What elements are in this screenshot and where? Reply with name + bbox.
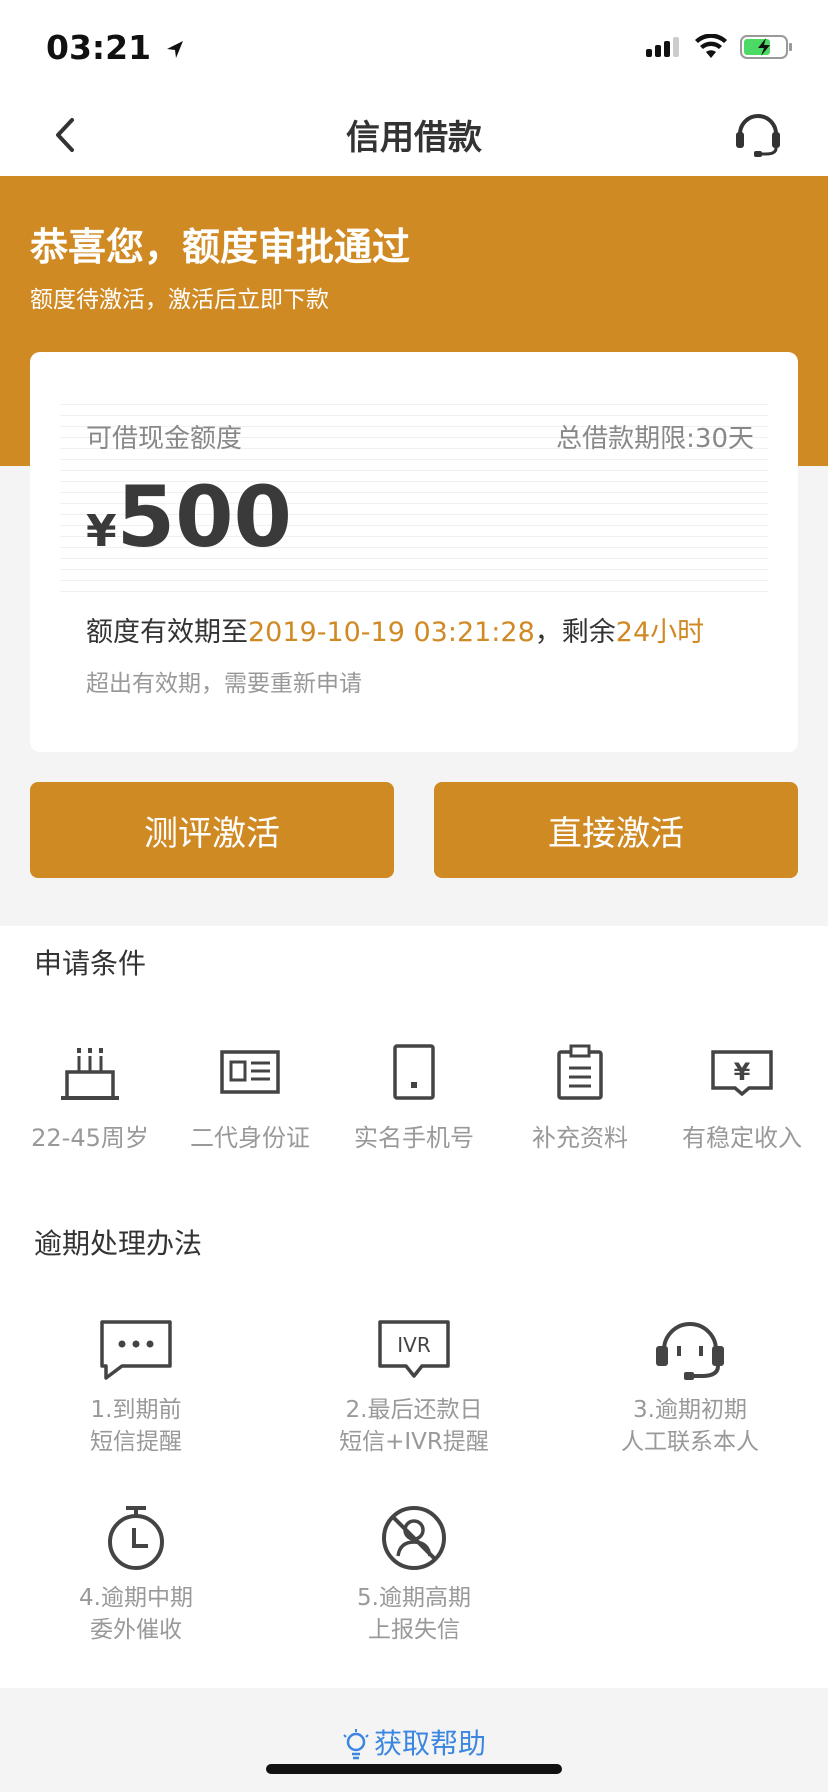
condition-label: 有稳定收入 bbox=[682, 1124, 802, 1152]
help-bar: 获取帮助 bbox=[0, 1688, 828, 1792]
get-help-link[interactable]: 获取帮助 bbox=[0, 1722, 828, 1762]
overdue-line2: 上报失信 bbox=[368, 1617, 460, 1643]
overdue-step-2: IVR 2.最后还款日 短信+IVR提醒 bbox=[294, 1316, 534, 1458]
prohibited-person-icon bbox=[382, 1506, 446, 1570]
wifi-icon bbox=[695, 34, 727, 58]
overdue-label: 4.逾期中期 委外催收 bbox=[16, 1582, 256, 1646]
condition-label: 补充资料 bbox=[532, 1124, 628, 1152]
overdue-title: 逾期处理办法 bbox=[34, 1227, 203, 1260]
evaluate-activate-button[interactable]: 测评激活 bbox=[30, 782, 394, 878]
income-icon: ¥ bbox=[711, 1050, 773, 1097]
page-title: 信用借款 bbox=[346, 118, 482, 158]
currency-symbol: ¥ bbox=[86, 506, 117, 557]
phone-icon bbox=[393, 1044, 435, 1100]
amount-value: 500 bbox=[116, 468, 292, 566]
approval-title: 恭喜您，额度审批通过 bbox=[30, 225, 411, 269]
condition-label: 22-45周岁 bbox=[31, 1124, 149, 1152]
condition-label: 二代身份证 bbox=[190, 1124, 310, 1152]
overdue-step-4: 4.逾期中期 委外催收 bbox=[16, 1504, 256, 1646]
overdue-line2: 人工联系本人 bbox=[621, 1429, 759, 1455]
overdue-label: 1.到期前 短信提醒 bbox=[16, 1394, 256, 1458]
overdue-line1: 4.逾期中期 bbox=[79, 1585, 193, 1611]
direct-activate-button[interactable]: 直接激活 bbox=[434, 782, 798, 878]
id-card-icon bbox=[220, 1050, 280, 1094]
headset-icon[interactable] bbox=[732, 106, 784, 158]
status-time: 03:21 bbox=[46, 28, 187, 67]
validity-mid: ，剩余 bbox=[534, 617, 616, 648]
ivr-icon: IVR bbox=[378, 1320, 450, 1378]
help-label: 获取帮助 bbox=[373, 1727, 486, 1760]
validity-remaining: 24小时 bbox=[615, 617, 705, 648]
info-section: 申请条件 22-45周岁 二代身份证 实名手机号 补充资料 ¥ 有稳定收入 逾期… bbox=[0, 926, 828, 1688]
sms-icon bbox=[100, 1320, 172, 1380]
credit-limit-card: 可借现金额度 总借款期限:30天 ¥500 额度有效期至2019-10-19 0… bbox=[30, 352, 798, 752]
status-bar: 03:21 bbox=[0, 0, 828, 92]
condition-materials: 补充资料 bbox=[500, 1044, 660, 1153]
validity-date: 2019-10-19 03:21:28 bbox=[248, 617, 535, 648]
overdue-step-1: 1.到期前 短信提醒 bbox=[16, 1316, 256, 1458]
overdue-label: 5.逾期高期 上报失信 bbox=[294, 1582, 534, 1646]
home-indicator bbox=[266, 1764, 562, 1774]
overdue-line1: 2.最后还款日 bbox=[345, 1397, 483, 1423]
overdue-line2: 短信提醒 bbox=[90, 1429, 182, 1455]
overdue-label: 3.逾期初期 人工联系本人 bbox=[570, 1394, 810, 1458]
condition-phone: 实名手机号 bbox=[334, 1044, 494, 1153]
overdue-line2: 委外催收 bbox=[90, 1617, 182, 1643]
validity-text: 额度有效期至2019-10-19 03:21:28，剩余24小时 bbox=[86, 610, 704, 649]
location-arrow-icon bbox=[166, 40, 183, 58]
lightbulb-icon bbox=[343, 1729, 369, 1760]
overdue-label: 2.最后还款日 短信+IVR提醒 bbox=[294, 1394, 534, 1458]
stopwatch-icon bbox=[108, 1506, 164, 1570]
condition-age: 22-45周岁 bbox=[10, 1044, 170, 1153]
svg-text:IVR: IVR bbox=[397, 1333, 431, 1357]
condition-id-card: 二代身份证 bbox=[170, 1044, 330, 1153]
amount-label: 可借现金额度 bbox=[86, 424, 243, 454]
agent-headset-icon bbox=[656, 1322, 724, 1380]
credit-amount: ¥500 bbox=[86, 468, 292, 566]
overdue-line1: 5.逾期高期 bbox=[357, 1585, 471, 1611]
birthday-cake-icon bbox=[61, 1048, 119, 1100]
overdue-line2: 短信+IVR提醒 bbox=[339, 1429, 489, 1455]
overdue-step-5: 5.逾期高期 上报失信 bbox=[294, 1504, 534, 1646]
conditions-title: 申请条件 bbox=[34, 947, 147, 980]
overdue-line1: 1.到期前 bbox=[90, 1397, 182, 1423]
condition-label: 实名手机号 bbox=[354, 1124, 474, 1152]
overdue-step-3: 3.逾期初期 人工联系本人 bbox=[570, 1316, 810, 1458]
expire-note: 超出有效期，需要重新申请 bbox=[86, 671, 362, 697]
cellular-signal-icon bbox=[646, 37, 679, 57]
approval-subtitle: 额度待激活，激活后立即下款 bbox=[30, 287, 329, 313]
condition-income: ¥ 有稳定收入 bbox=[662, 1044, 822, 1153]
battery-charging-icon bbox=[740, 35, 792, 59]
clipboard-icon bbox=[557, 1044, 603, 1100]
overdue-line1: 3.逾期初期 bbox=[633, 1397, 747, 1423]
nav-bar: 信用借款 bbox=[0, 92, 828, 176]
loan-term-label: 总借款期限:30天 bbox=[556, 424, 754, 454]
svg-text:¥: ¥ bbox=[734, 1058, 751, 1086]
validity-prefix: 额度有效期至 bbox=[86, 617, 248, 648]
